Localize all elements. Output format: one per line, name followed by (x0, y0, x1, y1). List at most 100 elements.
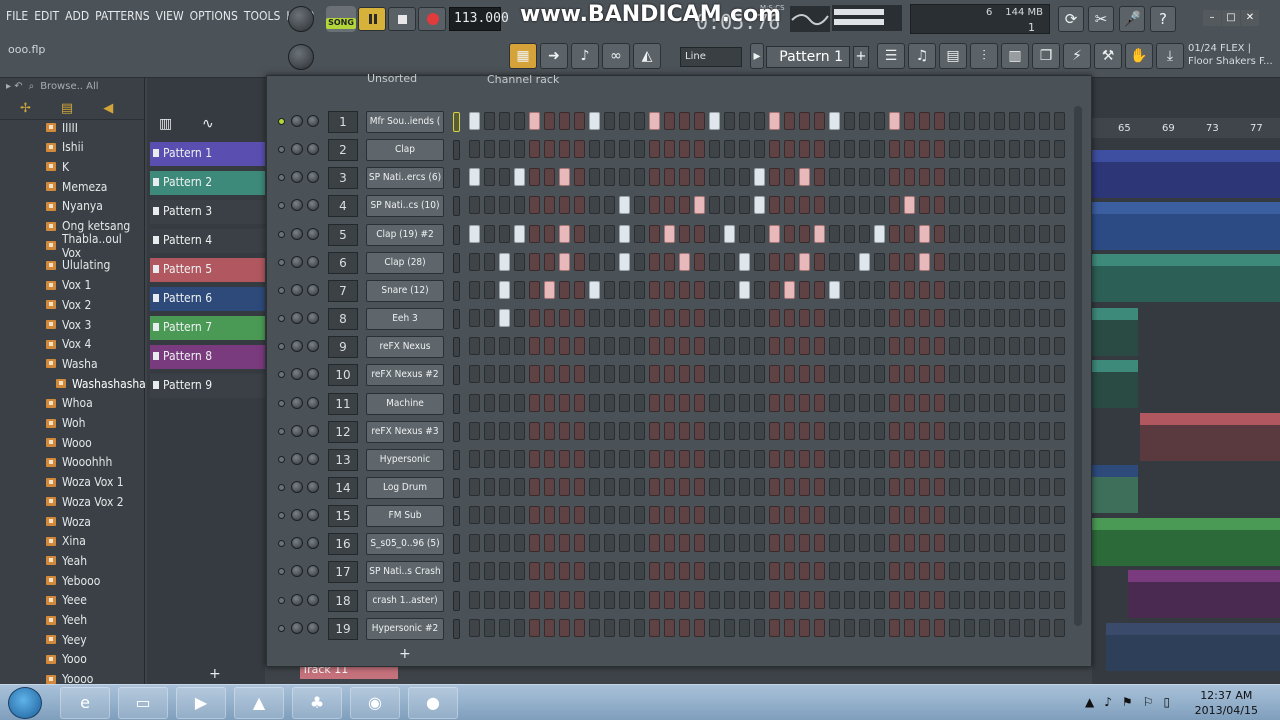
step-button[interactable] (949, 534, 960, 553)
channel-volume-knob[interactable] (307, 621, 319, 634)
menu-add[interactable]: ADD (65, 9, 89, 23)
step-button[interactable] (589, 140, 600, 159)
step-button[interactable] (574, 140, 585, 159)
browser-item[interactable]: Whoa (46, 394, 93, 413)
step-button[interactable] (874, 393, 885, 412)
step-button[interactable] (484, 168, 495, 187)
mixer-icon[interactable]: ⫶ (970, 43, 998, 69)
step-button[interactable] (934, 506, 945, 525)
channel-pan-knob[interactable] (291, 480, 303, 493)
step-button[interactable] (949, 618, 960, 637)
step-button[interactable] (979, 337, 990, 356)
menu-edit[interactable]: EDIT (34, 9, 59, 23)
playlist-clip[interactable]: attern 7 (1092, 518, 1148, 566)
plugin-icon[interactable]: ▥ (1001, 43, 1029, 69)
step-button[interactable] (469, 280, 480, 299)
step-button[interactable] (724, 590, 735, 609)
step-button[interactable] (619, 168, 630, 187)
step-button[interactable] (919, 196, 930, 215)
step-button[interactable] (484, 224, 495, 243)
step-button[interactable] (799, 449, 810, 468)
step-button[interactable] (859, 449, 870, 468)
step-button[interactable] (739, 590, 750, 609)
step-button[interactable] (649, 112, 660, 130)
step-button[interactable] (814, 309, 825, 328)
step-button[interactable] (724, 618, 735, 637)
step-button[interactable] (994, 590, 1005, 609)
step-button[interactable] (889, 168, 900, 187)
channel-mixer-track[interactable]: 9 (328, 336, 358, 359)
step-button[interactable] (949, 449, 960, 468)
playlist-clip[interactable] (1092, 150, 1280, 198)
step-button[interactable] (964, 618, 975, 637)
step-button[interactable] (754, 534, 765, 553)
step-button[interactable] (859, 477, 870, 496)
step-button[interactable] (739, 365, 750, 384)
channel-mixer-track[interactable]: 19 (328, 617, 358, 640)
step-button[interactable] (694, 477, 705, 496)
step-button[interactable] (574, 196, 585, 215)
close-button[interactable]: ✕ (1241, 10, 1259, 26)
step-button[interactable] (889, 506, 900, 525)
step-button[interactable] (784, 562, 795, 581)
step-button[interactable] (784, 337, 795, 356)
channel-mute-led[interactable] (278, 540, 285, 548)
step-button[interactable] (889, 562, 900, 581)
step-button[interactable] (559, 393, 570, 412)
step-button[interactable] (589, 449, 600, 468)
step-button[interactable] (919, 618, 930, 637)
step-button[interactable] (1009, 224, 1020, 243)
step-button[interactable] (559, 337, 570, 356)
step-button[interactable] (979, 280, 990, 299)
step-button[interactable] (514, 506, 525, 525)
channel-volume-knob[interactable] (307, 368, 319, 381)
browser-item[interactable]: Yooo (46, 650, 87, 669)
playlist-icon[interactable]: ☰ (877, 43, 905, 69)
step-button[interactable] (469, 309, 480, 328)
step-button[interactable] (1039, 534, 1050, 553)
step-button[interactable] (874, 618, 885, 637)
step-button[interactable] (619, 365, 630, 384)
step-button[interactable] (889, 337, 900, 356)
step-button[interactable] (949, 112, 960, 130)
step-button[interactable] (859, 140, 870, 159)
channel-volume-knob[interactable] (307, 227, 319, 240)
step-button[interactable] (799, 309, 810, 328)
step-button[interactable] (469, 506, 480, 525)
step-button[interactable] (499, 477, 510, 496)
channel-name-button[interactable]: Clap (19) #2 (366, 223, 444, 246)
step-button[interactable] (904, 196, 915, 215)
step-button[interactable] (919, 280, 930, 299)
step-button[interactable] (574, 365, 585, 384)
system-clock[interactable]: 12:37 AM 2013/04/15 (1195, 688, 1258, 718)
step-button[interactable] (889, 252, 900, 271)
step-button[interactable] (709, 393, 720, 412)
step-button[interactable] (769, 337, 780, 356)
channel-mixer-track[interactable]: 14 (328, 476, 358, 499)
step-button[interactable] (679, 168, 690, 187)
step-button[interactable] (859, 618, 870, 637)
channel-volume-knob[interactable] (307, 312, 319, 325)
step-button[interactable] (499, 112, 510, 130)
step-button[interactable] (874, 280, 885, 299)
step-button[interactable] (529, 590, 540, 609)
step-button[interactable] (619, 477, 630, 496)
step-button[interactable] (724, 280, 735, 299)
step-button[interactable] (634, 309, 645, 328)
step-button[interactable] (724, 477, 735, 496)
step-button[interactable] (994, 421, 1005, 440)
step-button[interactable] (769, 140, 780, 159)
pattern-list-item[interactable]: Pattern 9 (150, 374, 265, 398)
menu-options[interactable]: OPTIONS (190, 9, 238, 23)
step-button[interactable] (739, 421, 750, 440)
maximize-button[interactable]: □ (1222, 10, 1240, 26)
step-button[interactable] (679, 140, 690, 159)
arrow-icon[interactable]: ➜ (540, 43, 568, 69)
step-button[interactable] (979, 112, 990, 130)
channel-select-bar[interactable] (453, 506, 460, 527)
step-button[interactable] (679, 309, 690, 328)
browser-item[interactable]: Yeee (46, 591, 87, 610)
step-button[interactable] (619, 337, 630, 356)
step-button[interactable] (904, 618, 915, 637)
step-button[interactable] (844, 562, 855, 581)
